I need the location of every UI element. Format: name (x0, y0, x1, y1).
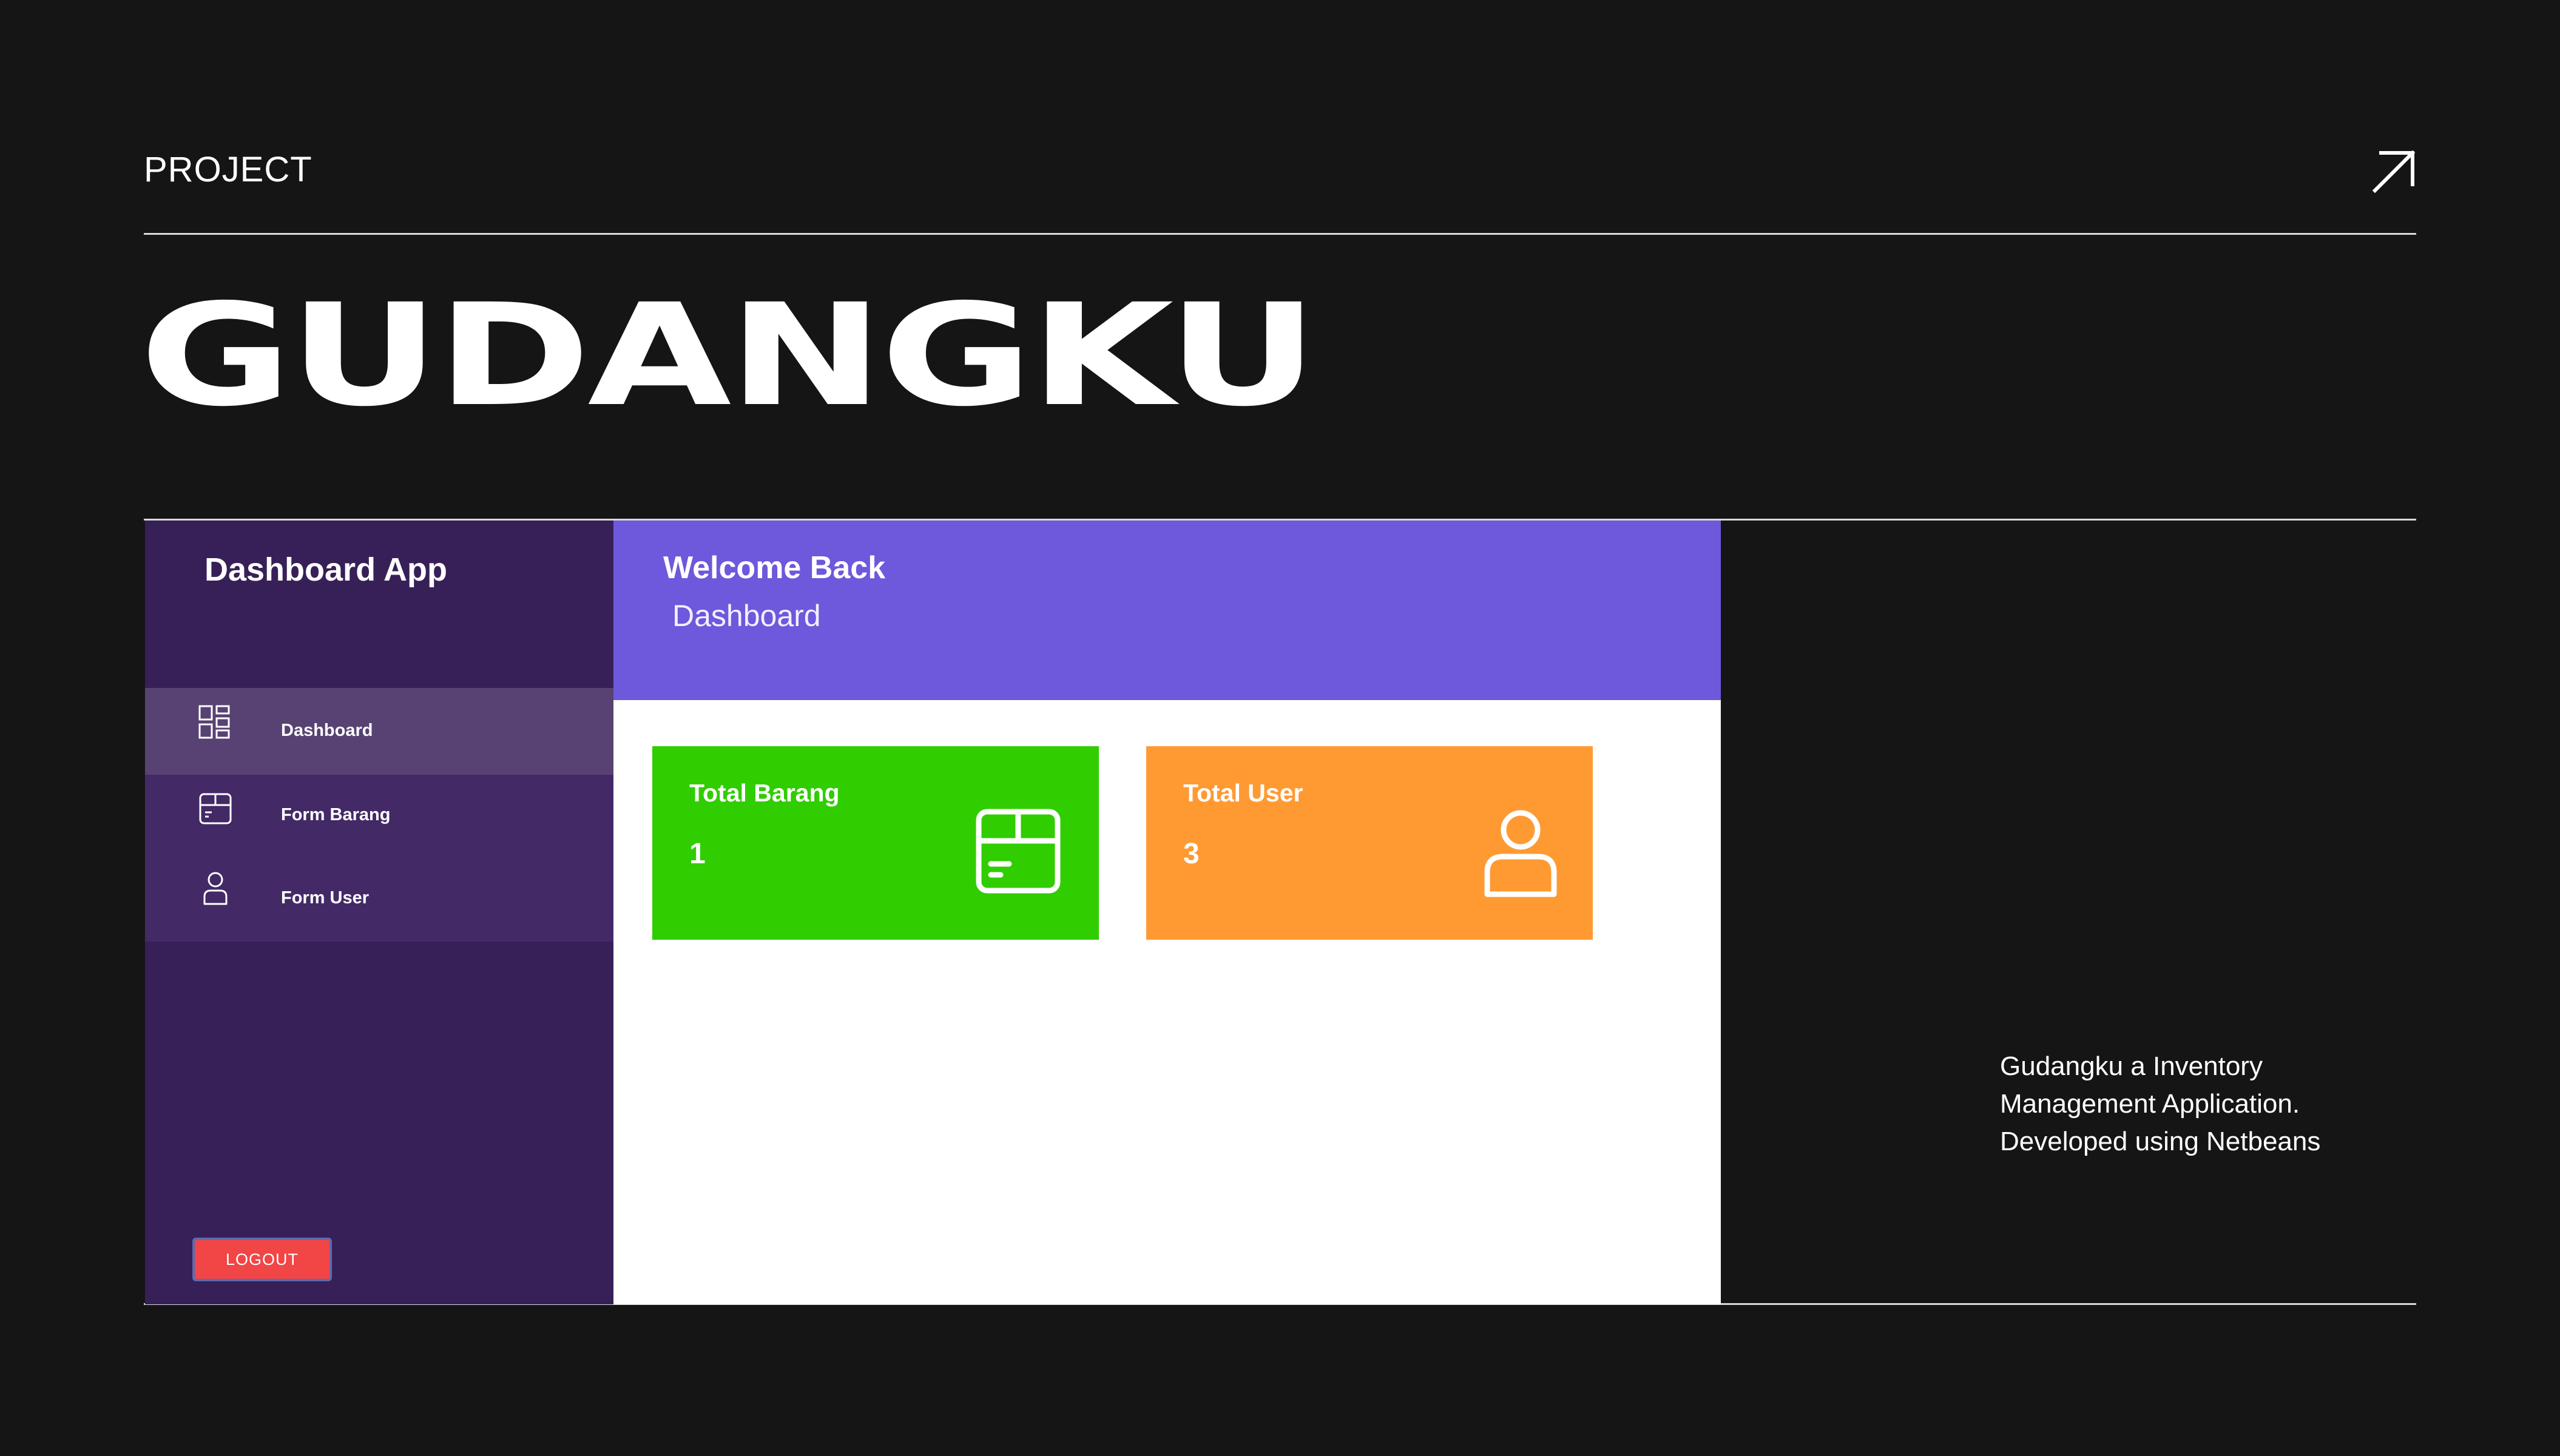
sidebar-item-dashboard[interactable]: Dashboard (145, 688, 613, 775)
sidebar-item-label: Dashboard (281, 721, 373, 740)
description-line: Developed using Netbeans (2000, 1127, 2321, 1156)
card-label: Total User (1183, 779, 1303, 807)
total-user-card: Total User 3 (1146, 746, 1593, 940)
sidebar: Dashboard App Dashboard Form Barang Form… (145, 521, 613, 1304)
user-icon (1484, 810, 1557, 897)
box-icon (976, 809, 1061, 894)
page-breadcrumb: Dashboard (672, 599, 821, 633)
description-line: Gudangku a Inventory (2000, 1051, 2263, 1081)
project-description: Gudangku a Inventory Management Applicat… (2000, 1048, 2376, 1161)
app-title: Dashboard App (204, 551, 448, 588)
sidebar-item-label: Form Barang (281, 805, 391, 824)
description-line: Management Application. (2000, 1089, 2300, 1119)
divider-top (144, 233, 2416, 235)
user-icon (203, 872, 228, 905)
app-screenshot: Dashboard App Dashboard Form Barang Form… (145, 521, 1721, 1304)
arrow-up-right-icon[interactable] (2371, 149, 2416, 194)
package-icon (199, 793, 232, 824)
topbar: Welcome Back Dashboard (613, 521, 1721, 700)
sidebar-item-label: Form User (281, 888, 370, 908)
card-label: Total Barang (689, 779, 840, 807)
sidebar-nav: Dashboard Form Barang Form User (145, 688, 613, 942)
total-barang-card: Total Barang 1 (652, 746, 1099, 940)
grid-icon (198, 705, 230, 739)
card-value: 3 (1183, 838, 1200, 870)
logout-button[interactable]: LOGOUT (192, 1238, 332, 1281)
card-value: 1 (689, 838, 706, 870)
welcome-heading: Welcome Back (663, 550, 886, 585)
project-kicker: PROJECT (144, 150, 312, 189)
project-title: GUDANGKU (140, 274, 1319, 437)
sidebar-item-form-barang[interactable]: Form Barang (145, 775, 613, 861)
sidebar-item-form-user[interactable]: Form User (145, 858, 613, 945)
